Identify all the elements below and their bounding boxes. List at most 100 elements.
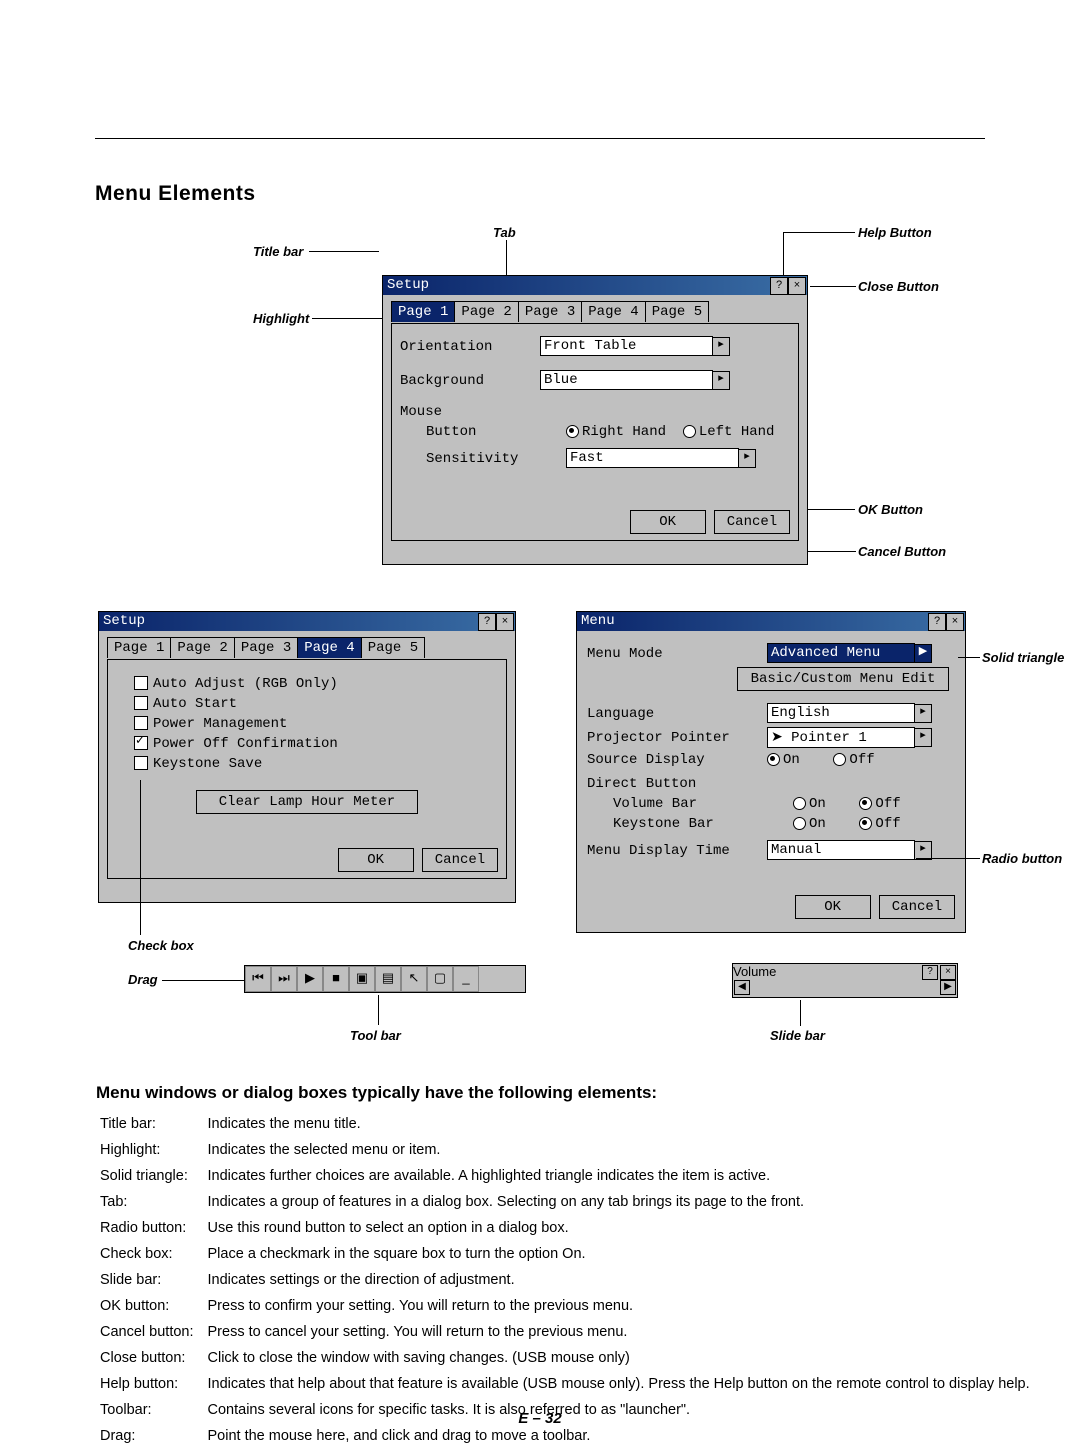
dialog-menu: Menu ? × Menu ModeAdvanced Menu▶ Basic/C… bbox=[576, 611, 966, 933]
tool-play-icon[interactable]: ▶ bbox=[297, 966, 323, 992]
help-icon[interactable]: ? bbox=[922, 965, 938, 980]
menu-mode-select[interactable]: Advanced Menu bbox=[767, 643, 915, 663]
orientation-select[interactable]: Front Table bbox=[540, 336, 713, 356]
tab-page3[interactable]: Page 3 bbox=[234, 637, 298, 658]
cancel-button[interactable]: Cancel bbox=[714, 510, 790, 534]
tab-page1[interactable]: Page 1 bbox=[391, 301, 455, 322]
label-radio-button: Radio button bbox=[982, 851, 1062, 866]
slide-left-icon[interactable]: ◀ bbox=[734, 980, 750, 995]
title-text: Setup bbox=[387, 277, 429, 293]
keystone-bar-label: Keystone Bar bbox=[587, 816, 793, 832]
label-solid-triangle: Solid triangle bbox=[982, 650, 1064, 665]
desc-text: Use this round button to select an optio… bbox=[208, 1216, 1042, 1240]
help-icon[interactable]: ? bbox=[770, 277, 788, 295]
cb-power-mgmt[interactable] bbox=[134, 716, 148, 730]
label-slidebar: Slide bar bbox=[770, 1028, 825, 1043]
desc-text: Press to cancel your setting. You will r… bbox=[208, 1320, 1042, 1344]
description-block: Title bar:Indicates the menu title.Highl… bbox=[98, 1110, 1044, 1450]
dropdown-icon[interactable]: ▸ bbox=[914, 728, 932, 747]
tool-view-icon[interactable]: ▣ bbox=[349, 966, 375, 992]
titlebar[interactable]: Setup ? × bbox=[383, 276, 807, 295]
tab-page3[interactable]: Page 3 bbox=[518, 301, 582, 322]
close-icon[interactable]: × bbox=[788, 277, 806, 295]
radio-right-hand[interactable] bbox=[566, 425, 579, 438]
slide-right-icon[interactable]: ▶ bbox=[940, 980, 956, 995]
desc-text: Indicates the menu title. bbox=[208, 1112, 1042, 1136]
help-icon[interactable]: ? bbox=[478, 613, 496, 631]
sensitivity-label: Sensitivity bbox=[400, 451, 566, 467]
leader bbox=[810, 286, 856, 287]
clear-lamp-button[interactable]: Clear Lamp Hour Meter bbox=[196, 790, 418, 814]
tool-minimize-icon[interactable]: _ bbox=[453, 966, 479, 992]
tab-page1[interactable]: Page 1 bbox=[107, 637, 171, 658]
tab-page2[interactable]: Page 2 bbox=[170, 637, 234, 658]
background-label: Background bbox=[400, 373, 540, 389]
tab-page4[interactable]: Page 4 bbox=[581, 301, 645, 322]
tool-pointer-icon[interactable]: ↖ bbox=[401, 966, 427, 992]
leader bbox=[800, 1000, 801, 1026]
radio-vol-off[interactable] bbox=[859, 797, 872, 810]
title-text: Menu bbox=[581, 613, 615, 629]
title-text: Setup bbox=[103, 613, 145, 629]
tab-page4[interactable]: Page 4 bbox=[297, 637, 361, 658]
volume-slidebar[interactable]: Volume ? × ◀ ▶ bbox=[732, 963, 958, 998]
toolbar[interactable]: ⏮⏭▶■▣▤↖▢_ bbox=[244, 965, 526, 993]
dropdown-icon[interactable]: ▸ bbox=[712, 337, 730, 356]
cancel-button[interactable]: Cancel bbox=[422, 848, 498, 872]
titlebar[interactable]: Menu ? × bbox=[577, 612, 965, 631]
cancel-button[interactable]: Cancel bbox=[879, 895, 955, 919]
solid-triangle-icon[interactable]: ▶ bbox=[914, 644, 932, 663]
tool-stop-icon[interactable]: ■ bbox=[323, 966, 349, 992]
display-time-select[interactable]: Manual bbox=[767, 840, 915, 860]
dropdown-icon[interactable]: ▸ bbox=[914, 841, 932, 860]
radio-left-label: Left Hand bbox=[699, 424, 775, 440]
tool-rewind-icon[interactable]: ⏮ bbox=[245, 966, 271, 992]
tool-list-icon[interactable]: ▤ bbox=[375, 966, 401, 992]
dropdown-icon[interactable]: ▸ bbox=[738, 449, 756, 468]
radio-left-hand[interactable] bbox=[683, 425, 696, 438]
close-icon[interactable]: × bbox=[496, 613, 514, 631]
pointer-select[interactable]: ➤ Pointer 1 bbox=[767, 727, 915, 748]
cb-keystone-save[interactable] bbox=[134, 756, 148, 770]
menu-mode-label: Menu Mode bbox=[587, 646, 767, 662]
cb-auto-start[interactable] bbox=[134, 696, 148, 710]
tool-blank-icon[interactable]: ▢ bbox=[427, 966, 453, 992]
tab-page2[interactable]: Page 2 bbox=[454, 301, 518, 322]
radio-source-off[interactable] bbox=[833, 753, 846, 766]
titlebar[interactable]: Setup ? × bbox=[99, 612, 515, 631]
close-icon[interactable]: × bbox=[940, 965, 956, 980]
dropdown-icon[interactable]: ▸ bbox=[914, 704, 932, 723]
page-footer: E – 32 bbox=[0, 1410, 1080, 1427]
radio-source-on[interactable] bbox=[767, 753, 780, 766]
close-icon[interactable]: × bbox=[946, 613, 964, 631]
desc-text: Press to confirm your setting. You will … bbox=[208, 1294, 1042, 1318]
cb-power-off-confirm[interactable] bbox=[134, 736, 148, 750]
basic-custom-edit-button[interactable]: Basic/Custom Menu Edit bbox=[737, 667, 949, 691]
radio-right-label: Right Hand bbox=[582, 424, 666, 440]
leader bbox=[783, 232, 855, 233]
pointer-label: Projector Pointer bbox=[587, 730, 767, 746]
ok-button[interactable]: OK bbox=[630, 510, 706, 534]
tab-page5[interactable]: Page 5 bbox=[361, 637, 425, 658]
radio-key-on[interactable] bbox=[793, 817, 806, 830]
button-label: Button bbox=[400, 424, 566, 440]
desc-term: Drag: bbox=[100, 1424, 206, 1448]
ok-button[interactable]: OK bbox=[795, 895, 871, 919]
dropdown-icon[interactable]: ▸ bbox=[712, 371, 730, 390]
radio-vol-on[interactable] bbox=[793, 797, 806, 810]
direct-button-label: Direct Button bbox=[587, 776, 696, 792]
tab-page5[interactable]: Page 5 bbox=[645, 301, 709, 322]
ok-button[interactable]: OK bbox=[338, 848, 414, 872]
radio-key-off[interactable] bbox=[859, 817, 872, 830]
volume-title: Volume bbox=[733, 964, 776, 979]
help-icon[interactable]: ? bbox=[928, 613, 946, 631]
section-heading: Menu windows or dialog boxes typically h… bbox=[96, 1083, 657, 1103]
desc-term: Title bar: bbox=[100, 1112, 206, 1136]
desc-text: Click to close the window with saving ch… bbox=[208, 1346, 1042, 1370]
desc-term: Highlight: bbox=[100, 1138, 206, 1162]
cb-auto-adjust[interactable] bbox=[134, 676, 148, 690]
tool-step-icon[interactable]: ⏭ bbox=[271, 966, 297, 992]
sensitivity-select[interactable]: Fast bbox=[566, 448, 739, 468]
language-select[interactable]: English bbox=[767, 703, 915, 723]
background-select[interactable]: Blue bbox=[540, 370, 713, 390]
